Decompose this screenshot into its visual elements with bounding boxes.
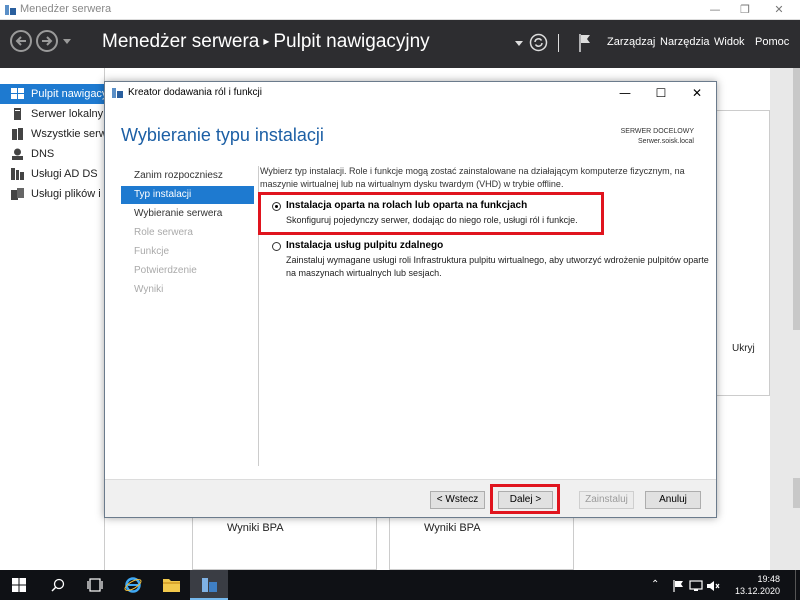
destination-server-name: Serwer.soisk.local — [637, 138, 694, 145]
back-nav-button[interactable] — [10, 30, 32, 52]
sidebar-item-dns[interactable]: DNS — [0, 144, 105, 164]
minimize-button[interactable]: — — [698, 0, 732, 20]
close-button[interactable]: ✕ — [762, 0, 796, 20]
step-server-roles: Role serwera — [134, 227, 193, 238]
breadcrumb-separator: ▸ — [263, 34, 270, 48]
breadcrumb: Menedżer serwera ▸ Pulpit nawigacyjny — [102, 31, 430, 53]
breadcrumb-page: Pulpit nawigacyjny — [273, 31, 430, 52]
sidebar-item-label: Pulpit nawigacyjny — [31, 88, 105, 100]
wizard-titlebar: Kreator dodawania ról i funkcji — ☐ ✕ — [105, 82, 716, 104]
server-manager-header: Menedżer serwera ▸ Pulpit nawigacyjny Zarz… — [0, 20, 800, 68]
taskbar-server-manager[interactable] — [190, 570, 228, 600]
action-center-flag-icon[interactable] — [672, 580, 686, 592]
highlight-box-option — [258, 192, 604, 235]
dashboard-icon — [11, 88, 24, 99]
taskbar-clock[interactable]: 19:48 13.12.2020 — [735, 573, 780, 597]
step-server-selection[interactable]: Wybieranie serwera — [121, 205, 254, 223]
radio-button[interactable] — [272, 242, 281, 251]
server-manager-icon — [202, 578, 217, 592]
destination-label: SERWER DOCELOWY — [620, 128, 694, 135]
hide-link[interactable]: Ukryj — [732, 343, 755, 354]
bpa-results-label[interactable]: Wyniki BPA — [227, 522, 284, 534]
wizard-title: Kreator dodawania ról i funkcji — [128, 87, 262, 98]
step-installation-type[interactable]: Typ instalacji — [121, 186, 254, 204]
task-view-icon — [87, 578, 103, 592]
sidebar-item-file-services[interactable]: Usługi plików i magazynowania — [0, 184, 105, 204]
add-roles-wizard-dialog: Kreator dodawania ról i funkcji — ☐ ✕ Wy… — [104, 81, 717, 518]
wizard-close-button[interactable]: ✕ — [679, 82, 715, 104]
forward-nav-button[interactable] — [36, 30, 58, 52]
vertical-scrollbar-thumb[interactable] — [793, 478, 800, 508]
bpa-results-label[interactable]: Wyniki BPA — [424, 522, 481, 534]
wizard-heading: Wybieranie typu instalacji — [121, 125, 324, 145]
highlight-box-next — [490, 484, 560, 514]
back-button[interactable]: < Wstecz — [430, 491, 485, 509]
wizard-app-icon — [112, 88, 123, 98]
step-confirmation: Potwierdzenie — [134, 265, 197, 276]
wizard-maximize-button[interactable]: ☐ — [643, 82, 679, 104]
task-view-button[interactable] — [76, 570, 114, 600]
tray-expand-icon[interactable]: ⌃ — [651, 579, 659, 590]
step-results: Wyniki — [134, 284, 164, 295]
clock-time: 19:48 — [757, 574, 780, 584]
dns-icon — [12, 148, 23, 160]
start-button[interactable] — [0, 570, 38, 600]
internet-explorer-icon — [124, 577, 142, 593]
files-icon — [11, 188, 24, 200]
sidebar-item-dashboard[interactable]: Pulpit nawigacyjny — [0, 84, 105, 104]
menu-view[interactable]: Widok — [714, 36, 745, 48]
step-features: Funkcje — [134, 246, 170, 257]
menu-manage[interactable]: Zarządzaj — [607, 36, 655, 48]
volume-muted-icon[interactable] — [706, 580, 720, 592]
server-icon — [14, 108, 21, 120]
taskbar-file-explorer[interactable] — [152, 570, 190, 600]
refresh-icon[interactable] — [529, 33, 548, 52]
breadcrumb-root[interactable]: Menedżer serwera — [102, 31, 259, 52]
file-explorer-icon — [163, 579, 180, 592]
welcome-panel: Ukryj — [710, 110, 770, 396]
taskbar: ⌃ 19:48 13.12.2020 — [0, 570, 800, 600]
sidebar-item-label: Usługi AD DS — [31, 168, 98, 180]
installation-type-intro: Wybierz typ instalacji. Role i funkcje m… — [260, 166, 685, 189]
network-icon[interactable] — [689, 580, 703, 592]
menu-tools[interactable]: Narzędzia — [660, 36, 710, 48]
show-desktop-button[interactable] — [795, 570, 800, 600]
restore-button[interactable]: ❐ — [728, 0, 762, 20]
window-title: Menedżer serwera — [20, 3, 112, 15]
server-manager-icon — [5, 5, 16, 15]
option-description: Zainstaluj wymagane usługi roli Infrastr… — [286, 255, 709, 278]
search-button[interactable] — [38, 570, 76, 600]
search-icon — [51, 578, 65, 592]
sidebar-item-label: Usługi plików i magazynowania — [31, 188, 105, 200]
ad-icon — [11, 168, 24, 180]
arrow-left-icon — [15, 36, 26, 46]
sidebar-item-label: DNS — [31, 148, 55, 160]
header-divider — [558, 34, 559, 52]
sidebar: Pulpit nawigacyjny Serwer lokalny Wszyst… — [0, 68, 105, 570]
taskbar-internet-explorer[interactable] — [114, 570, 152, 600]
sidebar-item-all-servers[interactable]: Wszystkie serwery — [0, 124, 105, 144]
windows-logo-icon — [12, 578, 26, 592]
server-manager-titlebar: Menedżer serwera — ❐ ✕ — [0, 0, 800, 20]
notifications-flag-icon[interactable] — [578, 33, 592, 53]
step-before-you-begin[interactable]: Zanim rozpoczniesz — [121, 167, 254, 185]
sidebar-item-label: Wszystkie serwery — [31, 128, 105, 140]
option-title: Instalacja usług pulpitu zdalnego — [286, 240, 444, 251]
history-dropdown-icon[interactable] — [63, 39, 71, 45]
clock-date: 13.12.2020 — [734, 586, 780, 596]
vertical-scrollbar[interactable] — [793, 68, 800, 330]
arrow-right-icon — [42, 36, 53, 46]
menu-help[interactable]: Pomoc — [755, 36, 789, 48]
sidebar-item-local-server[interactable]: Serwer lokalny — [0, 104, 105, 124]
cancel-button[interactable]: Anuluj — [645, 491, 701, 509]
refresh-dropdown-icon[interactable] — [515, 41, 523, 47]
install-button: Zainstaluj — [579, 491, 634, 509]
sidebar-item-label: Serwer lokalny — [31, 108, 104, 120]
sidebar-item-ad-ds[interactable]: Usługi AD DS — [0, 164, 105, 184]
destination-server: SERWER DOCELOWY Serwer.soisk.local — [621, 127, 694, 147]
wizard-minimize-button[interactable]: — — [607, 82, 643, 104]
servers-icon — [12, 128, 23, 140]
